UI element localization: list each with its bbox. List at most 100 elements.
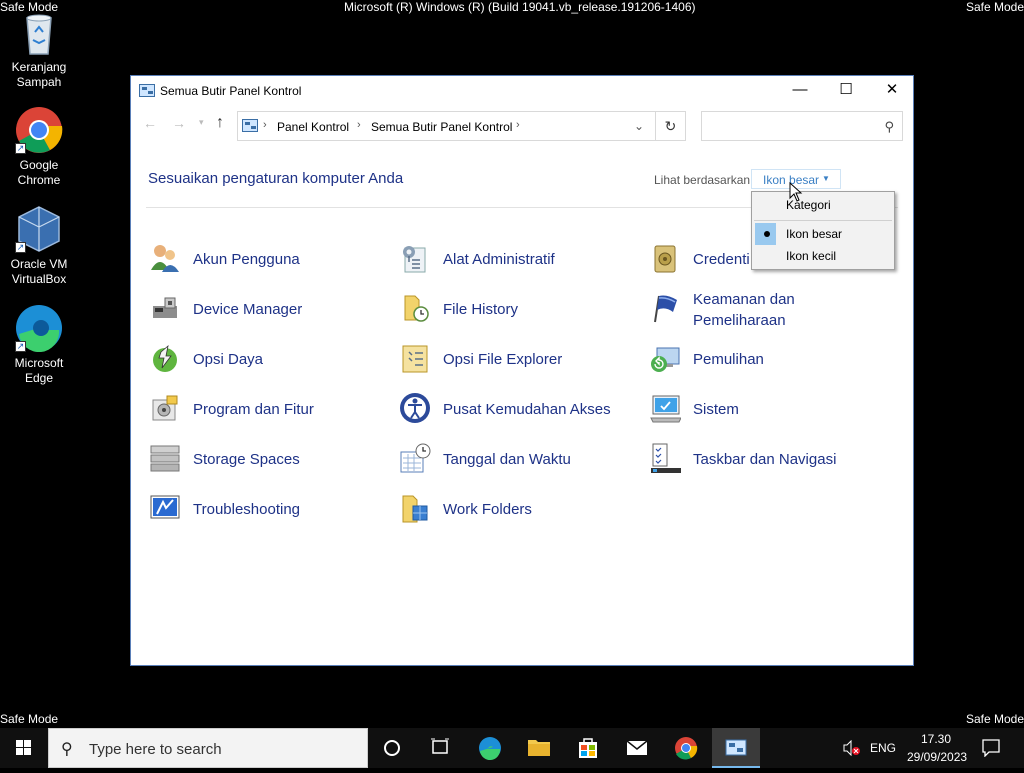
troubleshooting-icon: [149, 492, 181, 524]
file-explorer-options-icon: [399, 342, 431, 374]
item-label: Opsi File Explorer: [443, 351, 563, 368]
item-label: Work Folders: [443, 501, 532, 518]
task-view-button[interactable]: [416, 728, 464, 768]
recovery-icon: [649, 342, 681, 374]
ease-of-access-icon: [399, 392, 431, 424]
security-maintenance-flag-icon: [649, 292, 681, 324]
search-icon: ⚲: [61, 741, 73, 758]
item-label: Troubleshooting: [193, 501, 301, 518]
safe-mode-label-bottom-left: Safe Mode: [0, 712, 59, 726]
close-button[interactable]: ✕: [869, 76, 915, 106]
item-label: Device Manager: [193, 301, 303, 318]
breadcrumb-chevron-icon[interactable]: ›: [357, 119, 361, 131]
task-view-icon: [431, 738, 449, 754]
windows-logo-icon: [16, 740, 31, 755]
desktop-icon-label: Keranjang: [11, 60, 67, 74]
cortana-circle-icon: [384, 740, 400, 756]
page-title: Sesuaikan pengaturan komputer Anda: [148, 170, 404, 187]
taskbar-file-explorer[interactable]: [515, 728, 563, 768]
programs-features-icon: [149, 392, 181, 424]
address-dropdown-icon[interactable]: ⌄: [634, 119, 644, 133]
address-bar[interactable]: › Panel Kontrol › Semua Butir Panel Kont…: [237, 111, 656, 141]
breadcrumb-chevron-icon[interactable]: ›: [263, 119, 267, 131]
desktop-icon-chrome[interactable]: ↗ Google Chrome: [4, 106, 74, 188]
item-label: Storage Spaces: [193, 451, 300, 468]
os-build-label: Microsoft (R) Windows (R) (Build 19041.v…: [344, 0, 696, 14]
item-label: Taskbar dan Navigasi: [693, 451, 837, 468]
item-label: File History: [443, 301, 519, 318]
cortana-button[interactable]: [368, 728, 416, 768]
credential-manager-icon: [649, 242, 681, 274]
store-bag-icon: [579, 738, 597, 758]
recycle-bin-icon: [15, 8, 63, 56]
edge-icon: [479, 737, 501, 761]
mail-icon: [626, 740, 648, 755]
volume-muted-icon[interactable]: [843, 739, 861, 759]
chevron-down-icon: ▼: [822, 174, 830, 183]
user-accounts-icon: [149, 242, 181, 274]
item-label: Program dan Fitur: [193, 401, 314, 418]
menu-item-kategori[interactable]: Kategori: [752, 194, 894, 216]
chrome-icon: [675, 737, 698, 760]
breadcrumb-panel-kontrol[interactable]: Panel Kontrol: [277, 120, 349, 134]
taskbar: ⚲ Type here to search ENG 17.30 29/09/20…: [0, 728, 1024, 768]
breadcrumb-current[interactable]: Semua Butir Panel Kontrol: [371, 120, 512, 134]
desktop-icon-label: VirtualBox: [11, 272, 67, 286]
safe-mode-label-bottom-right: Safe Mode: [965, 712, 1024, 726]
control-panel-icon: [242, 119, 258, 132]
taskbar-mail[interactable]: [613, 728, 661, 768]
desktop-icon-label: Google: [19, 158, 59, 172]
search-icon: ⚲: [884, 119, 894, 134]
control-panel-icon: [725, 739, 747, 756]
menu-item-ikon-besar[interactable]: Ikon besar: [752, 223, 894, 245]
edge-icon: ↗: [15, 304, 63, 353]
item-label: Akun Pengguna: [193, 251, 300, 268]
recent-locations-chevron-icon[interactable]: ▾: [199, 117, 204, 128]
taskbar-navigation-icon: [649, 442, 681, 474]
taskbar-control-panel[interactable]: [712, 728, 760, 768]
admin-tools-icon: [399, 242, 431, 274]
work-folders-icon: [399, 492, 431, 524]
menu-item-ikon-kecil[interactable]: Ikon kecil: [752, 245, 894, 267]
safe-mode-label-top-right: Safe Mode: [965, 0, 1024, 14]
view-by-menu: Kategori Ikon besar Ikon kecil: [751, 191, 895, 270]
desktop-icon-virtualbox[interactable]: ↗ Oracle VM VirtualBox: [4, 205, 74, 287]
taskbar-store[interactable]: [564, 728, 612, 768]
refresh-button[interactable]: ↻: [656, 111, 686, 141]
item-label: Keamanan dan Pemeliharaan: [693, 291, 795, 329]
date-time-icon: [399, 442, 431, 474]
control-panel-icon: [139, 84, 155, 97]
control-panel-window: Semua Butir Panel Kontrol — ☐ ✕ ← → ▾ ↑ …: [130, 75, 914, 666]
up-arrow-icon[interactable]: ↑: [216, 114, 224, 132]
file-history-icon: [399, 292, 431, 324]
clock-date[interactable]: 29/09/2023: [907, 750, 967, 764]
start-button[interactable]: [0, 728, 48, 768]
desktop-icon-recycle-bin[interactable]: Keranjang Sampah: [4, 8, 74, 90]
clock-time[interactable]: 17.30: [921, 732, 951, 746]
maximize-button[interactable]: ☐: [823, 76, 869, 106]
taskbar-search-box[interactable]: ⚲ Type here to search: [48, 728, 368, 768]
minimize-button[interactable]: —: [777, 76, 823, 106]
desktop-icon-label: Edge: [24, 371, 54, 385]
search-input[interactable]: ⚲: [701, 111, 903, 141]
notification-icon[interactable]: [982, 739, 1000, 760]
breadcrumb-chevron-icon[interactable]: ›: [516, 119, 520, 131]
storage-spaces-icon: [149, 442, 181, 474]
power-options-icon: [149, 342, 181, 374]
taskbar-chrome[interactable]: [662, 728, 710, 768]
view-by-label: Lihat berdasarkan:: [654, 173, 754, 187]
desktop-icon-label: Sampah: [16, 75, 62, 89]
desktop-icon-label: Oracle VM: [10, 257, 68, 271]
taskbar-edge[interactable]: [466, 728, 514, 768]
virtualbox-icon: ↗: [15, 205, 63, 253]
item-label: Pemulihan: [693, 351, 764, 368]
item-label: Opsi Daya: [193, 351, 264, 368]
chrome-icon: ↗: [15, 106, 63, 154]
title-bar[interactable]: Semua Butir Panel Kontrol — ☐ ✕: [131, 76, 913, 106]
forward-arrow-icon[interactable]: →: [172, 115, 186, 131]
device-manager-icon: [149, 292, 181, 324]
desktop-icon-edge[interactable]: ↗ Microsoft Edge: [4, 304, 74, 386]
desktop-icon-label: Chrome: [17, 173, 61, 187]
back-arrow-icon[interactable]: ←: [143, 115, 157, 131]
language-indicator[interactable]: ENG: [870, 741, 896, 755]
